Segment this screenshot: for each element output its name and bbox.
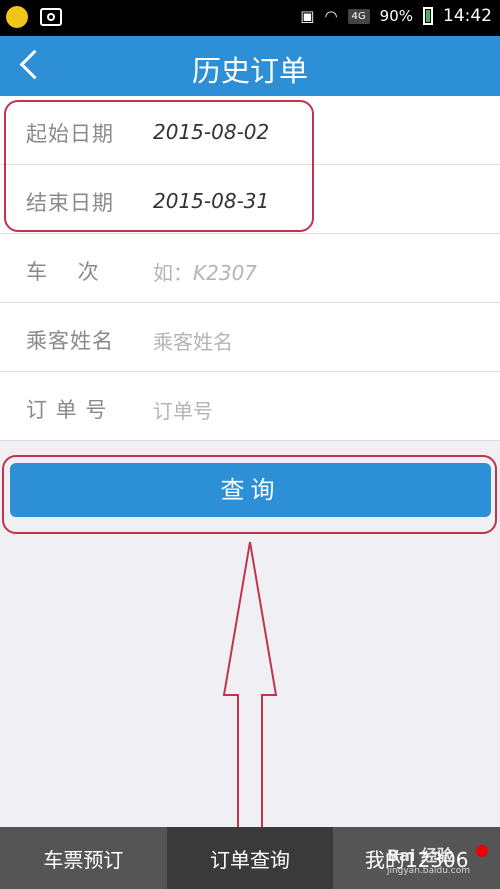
passenger-name-input[interactable]: 乘客姓名 — [153, 326, 233, 355]
order-number-input[interactable]: 订单号 — [153, 395, 213, 424]
status-bar: ▣ ◠ 4G 90% 14:42 — [0, 0, 500, 36]
battery-percent: 90% — [379, 7, 413, 25]
page-title: 历史订单 — [191, 54, 308, 88]
train-number-input[interactable]: 如：K2307 — [153, 257, 257, 286]
clock: 14:42 — [443, 6, 492, 26]
screenshot-icon — [40, 8, 62, 26]
date-range-annotation-box — [4, 100, 314, 232]
train-number-label: 车 次 — [26, 260, 100, 284]
order-number-row[interactable]: 订 单 号 订单号 — [0, 372, 500, 441]
passenger-name-row[interactable]: 乘客姓名 乘客姓名 — [0, 303, 500, 372]
train-number-placeholder-prefix: 如： — [153, 261, 193, 285]
annotation-arrow-icon — [222, 541, 278, 853]
watermark-sub: jingyan.baidu.com — [386, 866, 470, 876]
nav-bar: 历史订单 — [0, 36, 500, 96]
battery-icon — [423, 7, 433, 25]
tab-ticket-booking[interactable]: 车票预订 — [0, 827, 167, 889]
notification-badge — [476, 845, 489, 857]
train-number-row[interactable]: 车 次 如：K2307 — [0, 234, 500, 303]
train-number-placeholder-example: K2307 — [193, 261, 258, 285]
tab-order-query[interactable]: 订单查询 — [166, 827, 334, 889]
sim-icon: ▣ — [300, 7, 315, 25]
query-button-annotation-box — [2, 455, 497, 534]
wifi-icon: ◠ — [324, 7, 338, 25]
app-notification-icon — [6, 6, 28, 28]
order-number-label: 订 单 号 — [26, 398, 108, 422]
passenger-name-label: 乘客姓名 — [26, 329, 114, 353]
watermark: Bai 经验 jingyan.baidu.com — [387, 842, 470, 876]
network-type: 4G — [347, 8, 370, 24]
watermark-text: Bai 经验 — [386, 846, 453, 865]
